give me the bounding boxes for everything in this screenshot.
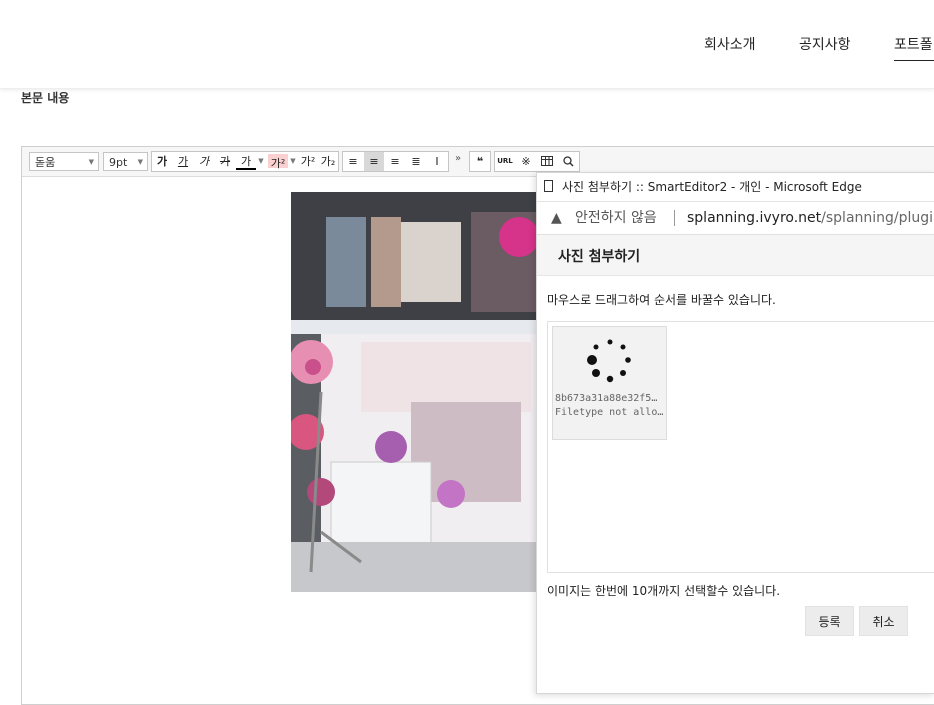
file-status: Filetype not allo… — [555, 407, 663, 418]
strikethrough-button[interactable]: 가 — [215, 152, 235, 171]
popup-title-bar: 사진 첨부하기 :: SmartEditor2 - 개인 - Microsoft… — [537, 173, 934, 202]
font-size-value: 9pt — [109, 156, 128, 169]
subscript-button[interactable]: 가₂ — [318, 152, 338, 171]
file-name: 8b673a31a88e32f5… — [555, 393, 658, 404]
table-icon[interactable] — [537, 152, 557, 171]
bold-button[interactable]: 가 — [152, 152, 172, 171]
photo-drop-area[interactable]: 8b673a31a88e32f5… Filetype not allo… — [547, 321, 934, 573]
font-family-select[interactable]: 돋움 ▼ — [29, 152, 99, 171]
align-justify-icon[interactable]: ≣ — [406, 152, 426, 171]
line-height-icon[interactable]: Ⅰ — [427, 152, 447, 171]
document-icon — [544, 180, 553, 192]
loading-spinner-icon — [587, 339, 631, 383]
drag-hint: 마우스로 드래그하여 순서를 바꿀수 있습니다. — [547, 293, 776, 307]
url-button[interactable]: URL — [495, 152, 515, 171]
font-color-button[interactable]: 가 — [236, 152, 256, 170]
more-button[interactable]: » — [455, 153, 461, 164]
dialog-title: 사진 첨부하기 — [558, 249, 641, 265]
nav-active-underline — [894, 60, 934, 61]
nav-notice[interactable]: 공지사항 — [799, 34, 851, 54]
nav-company[interactable]: 회사소개 — [704, 34, 756, 54]
address-bar[interactable]: ▲ 안전하지 않음 splanning.ivyro.net/splanning/… — [537, 202, 934, 235]
section-label: 본문 내용 — [21, 91, 70, 105]
quote-button[interactable]: ❝ — [470, 152, 490, 171]
chevron-down-icon: ▼ — [88, 158, 94, 166]
font-family-value: 돋움 — [35, 156, 56, 169]
top-navigation: 회사소개 공지사항 포트폴 — [0, 0, 934, 89]
align-right-icon[interactable]: ≡ — [385, 152, 405, 171]
superscript-button[interactable]: 가² — [298, 152, 318, 171]
address-divider — [674, 210, 675, 226]
limit-text: 이미지는 한번에 10개까지 선택할수 있습니다. — [547, 584, 781, 598]
search-icon[interactable] — [558, 152, 578, 171]
nav-portfolio[interactable]: 포트폴 — [894, 34, 933, 54]
italic-button[interactable]: 가 — [194, 152, 214, 171]
security-label[interactable]: 안전하지 않음 — [575, 202, 657, 234]
url-host: splanning.ivyro.net — [687, 210, 822, 226]
chevron-down-icon[interactable]: ▼ — [288, 152, 298, 171]
register-button[interactable]: 등록 — [805, 606, 854, 636]
url-text[interactable]: splanning.ivyro.net/splanning/plugin/ed — [687, 202, 934, 234]
chevron-down-icon[interactable]: ▼ — [256, 152, 266, 171]
warning-icon[interactable]: ▲ — [551, 202, 562, 234]
dialog-header: 사진 첨부하기 — [537, 235, 934, 276]
url-path: /splanning/plugin/ed — [821, 210, 934, 226]
insert-group: URL ※ — [494, 151, 580, 172]
chevron-down-icon: ▼ — [137, 158, 143, 166]
align-group: ≡ ≡ ≡ ≣ Ⅰ — [342, 151, 449, 172]
align-left-icon[interactable]: ≡ — [343, 152, 363, 171]
photo-thumbnail[interactable]: 8b673a31a88e32f5… Filetype not allo… — [552, 326, 667, 440]
highlight-color-button[interactable]: 가² — [268, 154, 288, 170]
popup-window-title: 사진 첨부하기 :: SmartEditor2 - 개인 - Microsoft… — [562, 180, 862, 194]
font-size-select[interactable]: 9pt ▼ — [103, 152, 148, 171]
cancel-button[interactable]: 취소 — [859, 606, 908, 636]
inserted-photo[interactable] — [291, 192, 538, 592]
quote-group: ❝ — [469, 151, 491, 172]
photo-attach-popup: 사진 첨부하기 :: SmartEditor2 - 개인 - Microsoft… — [536, 172, 934, 694]
align-center-icon[interactable]: ≡ — [364, 152, 384, 171]
special-char-button[interactable]: ※ — [516, 152, 536, 171]
underline-button[interactable]: 가 — [173, 152, 193, 171]
text-style-group: 가 가 가 가 가 ▼ 가² ▼ 가² 가₂ — [151, 151, 339, 172]
